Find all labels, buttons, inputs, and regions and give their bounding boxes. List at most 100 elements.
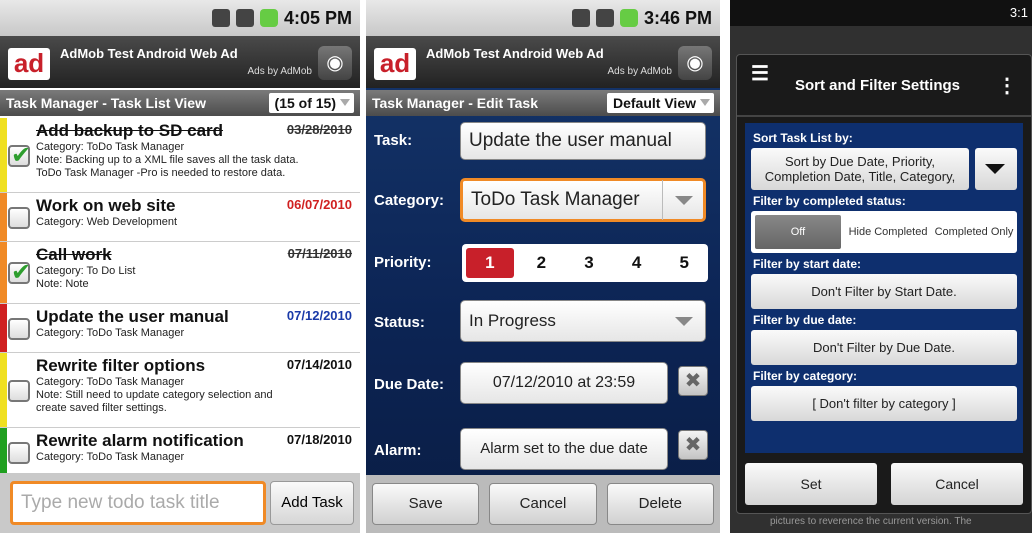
task-list-screen: 4:05 PM ad AdMob Test Android Web Ad Ads…	[0, 0, 360, 533]
task-due-date: 06/07/2010	[286, 197, 352, 212]
task-row[interactable]: Rewrite alarm notification 07/18/2010 Cate…	[0, 428, 360, 473]
completed-option-hide[interactable]: Hide Completed	[845, 211, 931, 253]
sort-filter-screen: 3:1 pictures to reverence the current ve…	[730, 0, 1032, 533]
overflow-menu-icon[interactable]: ⋮	[997, 55, 1017, 117]
status-select[interactable]: In Progress	[460, 300, 706, 342]
chevron-down-icon	[675, 196, 693, 214]
status-bar: 4:05 PM	[0, 0, 360, 36]
category-filter-label: Filter by category:	[753, 369, 858, 383]
completed-option-off[interactable]: Off	[755, 215, 841, 249]
admob-logo: ad	[8, 48, 50, 80]
task-detail: Category: ToDo Task Manager	[36, 451, 185, 463]
priority-color-bar	[0, 428, 7, 473]
status-value: In Progress	[469, 311, 556, 330]
set-button[interactable]: Set	[745, 463, 877, 505]
priority-label: Priority:	[374, 254, 432, 271]
task-detail: create saved filter settings.	[36, 402, 167, 414]
task-detail: Note: Backing up to a XML file saves all…	[36, 154, 299, 166]
priority-option[interactable]: 3	[565, 244, 613, 282]
sort-order-button[interactable]: Sort by Due Date, Priority, Completion D…	[751, 148, 969, 190]
alarm-label: Alarm:	[374, 442, 422, 459]
dialog-header: ☰ Sort and Filter Settings ⋮	[737, 55, 1031, 117]
view-dropdown[interactable]: Default View	[607, 93, 714, 113]
category-dropdown-button[interactable]	[662, 180, 704, 220]
priority-option[interactable]: 2	[518, 244, 566, 282]
task-checkbox[interactable]	[8, 206, 30, 229]
3g-icon	[211, 9, 230, 27]
task-checkbox[interactable]	[8, 141, 31, 170]
task-row[interactable]: Work on web site 06/07/2010 Category: Web …	[0, 193, 360, 242]
sort-line-1: Sort by Due Date, Priority,	[784, 154, 936, 169]
task-checkbox[interactable]	[8, 441, 30, 464]
page-title: Task Manager - Task List View	[6, 95, 206, 111]
completed-status-selector: Off Hide Completed Completed Only	[751, 211, 1017, 253]
task-row[interactable]: Add backup to SD card03/28/2010Category:…	[0, 118, 360, 193]
cancel-button[interactable]: Cancel	[891, 463, 1023, 505]
dialog-body: Sort Task List by: Sort by Due Date, Pri…	[745, 123, 1023, 453]
task-due-date: 07/11/2010	[287, 246, 352, 261]
task-checkbox[interactable]	[8, 317, 30, 340]
priority-selector: 12345	[462, 244, 708, 282]
status-label: Status:	[374, 314, 425, 331]
page-title: Task Manager - Edit Task	[372, 95, 538, 111]
task-row[interactable]: Call work07/11/2010Category: To Do ListN…	[0, 242, 360, 304]
task-due-date: 07/18/2010	[286, 432, 352, 447]
task-detail: Note: Still need to update category sele…	[36, 389, 273, 401]
priority-color-bar	[0, 353, 7, 427]
globe-icon[interactable]: ◉	[678, 46, 712, 80]
completed-option-only[interactable]: Completed Only	[931, 211, 1017, 253]
task-count-dropdown[interactable]: (15 of 15)	[268, 93, 354, 113]
sort-filter-dialog: ☰ Sort and Filter Settings ⋮ Sort Task L…	[736, 54, 1032, 514]
chevron-down-icon	[675, 317, 693, 335]
category-label: Category:	[374, 192, 445, 209]
priority-option[interactable]: 5	[660, 244, 708, 282]
due-date-filter-label: Filter by due date:	[753, 313, 857, 327]
cancel-button[interactable]: Cancel	[489, 483, 597, 525]
ad-banner[interactable]: ad AdMob Test Android Web Ad Ads by AdMo…	[366, 36, 720, 88]
ad-banner[interactable]: ad AdMob Test Android Web Ad Ads by AdMo…	[0, 36, 360, 88]
battery-icon	[259, 9, 278, 27]
ad-title: AdMob Test Android Web Ad	[426, 46, 604, 61]
category-filter-button[interactable]: [ Don't filter by category ]	[751, 386, 1017, 421]
task-due-date: 07/12/2010	[286, 308, 352, 323]
signal-icon	[595, 9, 614, 27]
dialog-buttons: Set Cancel	[745, 463, 1023, 505]
completed-label: Filter by completed status:	[753, 194, 906, 208]
task-due-date: 03/28/2010	[286, 122, 352, 137]
task-title-input[interactable]: Update the user manual	[460, 122, 706, 160]
clear-due-date-button[interactable]: ✖	[678, 366, 708, 396]
edit-button-row: Save Cancel Delete	[366, 475, 720, 533]
sort-line-2: Completion Date, Title, Category,	[764, 169, 956, 184]
ad-subtitle: Ads by AdMob	[607, 66, 672, 77]
priority-color-bar	[0, 118, 7, 192]
priority-option[interactable]: 4	[613, 244, 661, 282]
new-task-bar: Type new todo task title Add Task	[0, 473, 360, 533]
task-detail: Category: ToDo Task Manager	[36, 327, 185, 339]
priority-color-bar	[0, 304, 7, 352]
title-bar: Task Manager - Task List View (15 of 15)	[0, 90, 360, 116]
ad-subtitle: Ads by AdMob	[247, 66, 312, 77]
clock: 4:05 PM	[283, 7, 352, 28]
add-task-button[interactable]: Add Task	[270, 481, 354, 525]
alarm-button[interactable]: Alarm set to the due date	[460, 428, 668, 470]
due-date-button[interactable]: 07/12/2010 at 23:59	[460, 362, 668, 404]
task-checkbox[interactable]	[8, 258, 31, 287]
task-row[interactable]: Update the user manual 07/12/2010 Category…	[0, 304, 360, 353]
task-row[interactable]: Rewrite filter options 07/14/2010 Category…	[0, 353, 360, 428]
edit-task-screen: 3:46 PM ad AdMob Test Android Web Ad Ads…	[366, 0, 720, 533]
sort-dropdown-button[interactable]	[975, 148, 1017, 190]
new-task-input[interactable]: Type new todo task title	[10, 481, 266, 525]
task-checkbox[interactable]	[8, 379, 30, 402]
chevron-down-icon	[985, 164, 1005, 184]
category-value: ToDo Task Manager	[471, 189, 640, 210]
globe-icon[interactable]: ◉	[318, 46, 352, 80]
battery-icon	[619, 9, 638, 27]
priority-option[interactable]: 1	[466, 248, 514, 278]
delete-button[interactable]: Delete	[606, 483, 714, 525]
start-date-filter-button[interactable]: Don't Filter by Start Date.	[751, 274, 1017, 309]
save-button[interactable]: Save	[372, 483, 480, 525]
due-date-filter-button[interactable]: Don't Filter by Due Date.	[751, 330, 1017, 365]
task-detail: ToDo Task Manager -Pro is needed to rest…	[36, 167, 286, 179]
task-detail: Category: Web Development	[36, 216, 178, 228]
clear-alarm-button[interactable]: ✖	[678, 430, 708, 460]
